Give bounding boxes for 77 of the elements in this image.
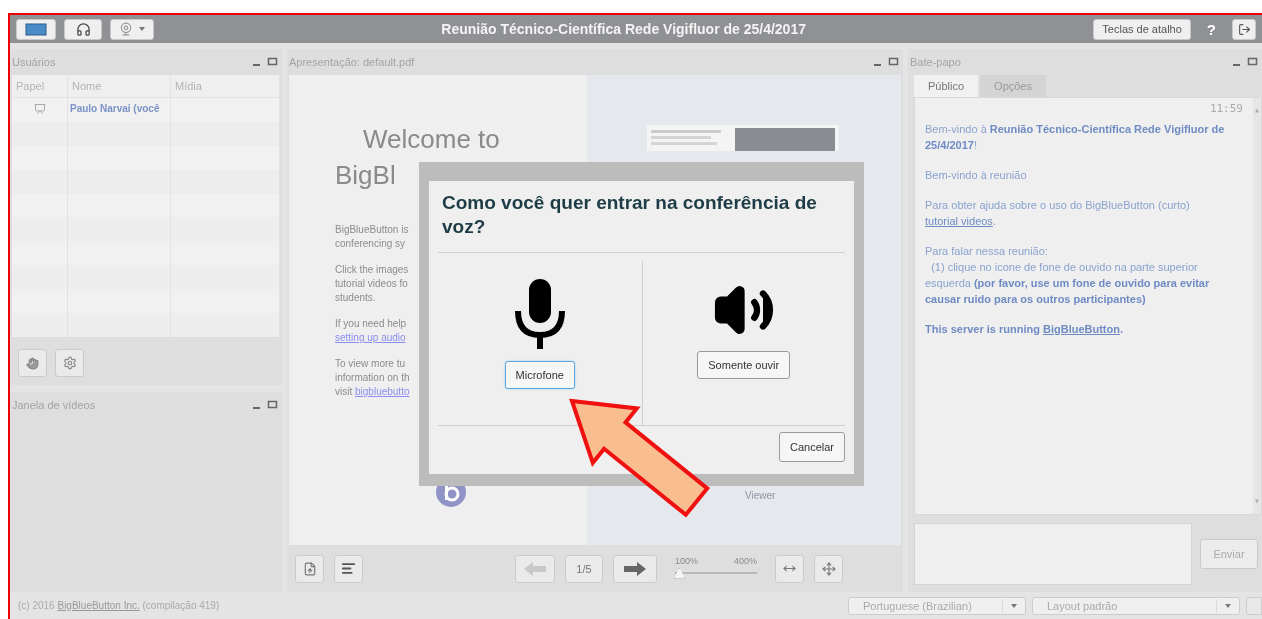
logout-button[interactable]	[1232, 18, 1256, 40]
slide-heading: BigBl	[335, 159, 397, 192]
chat-message: Para obter ajuda sobre o uso do BigBlueButton (curto) tutorial videos.	[925, 198, 1191, 229]
slide-text: students.	[335, 291, 376, 305]
fit-width-button[interactable]	[775, 554, 804, 583]
slide-link[interactable]: bigbluebutto	[355, 386, 410, 397]
panel-title: Bate-papo	[910, 56, 962, 68]
zoom-min-label: 100%	[675, 555, 699, 566]
microphone-icon	[512, 279, 567, 351]
next-button[interactable]	[613, 554, 657, 583]
slide-text: conferencing sy	[335, 237, 406, 251]
zoom-max-label: 400%	[733, 555, 757, 566]
chat-link[interactable]: BigBlueButton	[1043, 323, 1120, 335]
right-arrow-icon	[624, 561, 646, 576]
webcam-icon	[119, 22, 133, 36]
window-controls-icon[interactable]	[873, 57, 899, 67]
settings-icon	[62, 356, 77, 370]
cancel-button[interactable]: Cancelar	[778, 432, 845, 462]
window-controls-icon[interactable]	[252, 57, 278, 67]
column-header: Papel	[12, 75, 68, 97]
audio-option-button[interactable]: Microfone	[504, 361, 575, 389]
headset-icon	[75, 21, 91, 37]
slide-text: tutorial videos fo	[335, 277, 408, 291]
slider-thumb[interactable]	[674, 567, 685, 579]
chat-tab[interactable]: Público	[914, 75, 979, 97]
slide-text: information on th	[335, 371, 410, 385]
left-arrow-icon	[524, 561, 546, 576]
chat-tab[interactable]: Opções	[980, 75, 1046, 97]
panel-title: Apresentação: default.pdf	[289, 56, 416, 68]
scrollbar[interactable]	[1253, 98, 1261, 514]
slide-link[interactable]: setting up audio	[335, 331, 406, 345]
window-controls-icon[interactable]	[252, 400, 278, 410]
help-button[interactable]: ?	[1198, 20, 1224, 38]
send-button[interactable]: Enviar	[1200, 538, 1258, 569]
audio-button[interactable]	[64, 18, 102, 40]
upload-button[interactable]	[295, 554, 324, 583]
logout-icon	[1237, 22, 1251, 36]
panel-title: Janela de vídeos	[12, 399, 97, 411]
slide-text: BigBlueButton is	[335, 223, 409, 237]
panel-title: Usuários	[12, 56, 57, 68]
settings-button[interactable]	[55, 349, 84, 377]
slide-text: visit bigbluebutto	[335, 385, 410, 399]
layout-dropdown[interactable]: Layout padrão	[1032, 596, 1240, 615]
poll-button[interactable]	[334, 554, 363, 583]
slide-text: If you need help	[335, 317, 407, 331]
caret-icon	[139, 27, 145, 31]
slide-heading: Welcome to	[363, 123, 501, 156]
bars-icon	[341, 561, 356, 576]
chat-message: Para falar nessa reunião: (1) clique no icone de fone de ouvido na parte superior esquerda (por favor, use um fone de ouvido para evitar causar ruido para os outros participantes)	[925, 244, 1211, 307]
shortcuts-button[interactable]: Teclas de atalho	[1093, 18, 1191, 40]
desktop-share-button[interactable]	[16, 18, 56, 40]
file-upload-icon	[302, 561, 317, 576]
window-title: Reunião Técnico-Científica Rede Vigifluor de 25/4/2017	[440, 21, 807, 37]
raise-hand-button[interactable]	[18, 349, 47, 377]
chat-message: This server is running BigBlueButton.	[925, 322, 1125, 337]
slide-caption: Viewer	[745, 490, 776, 501]
slide-text: To view more tu	[335, 357, 406, 371]
window-controls-icon[interactable]	[1232, 57, 1258, 67]
column-header: Mídia	[171, 75, 280, 97]
column-header: Nome	[68, 75, 171, 97]
company-link[interactable]: BigBlueButton Inc.	[57, 600, 140, 611]
user-name[interactable]: Paulo Narvai (você	[70, 102, 160, 114]
page-counter[interactable]: 1/5	[565, 554, 603, 583]
chat-link[interactable]: tutorial videos	[925, 215, 993, 227]
audio-option-button[interactable]: Somente ouvir	[697, 351, 791, 379]
hand-icon	[26, 356, 39, 370]
language-dropdown[interactable]: Portuguese (Brazilian)	[848, 596, 1026, 615]
screen-icon	[25, 22, 47, 36]
slide-text: Click the images	[335, 263, 409, 277]
message-input[interactable]	[914, 522, 1192, 585]
dialog-title: Como você quer entrar na conferência de voz?	[438, 181, 845, 253]
fit-page-button[interactable]	[814, 554, 843, 583]
message-time: 11:59	[1209, 102, 1243, 115]
move-icon	[821, 561, 836, 576]
chat-message: Bem-vindo à Reunião Técnico-Científica Rede Vigifluor de 25/4/2017!	[925, 122, 1226, 153]
webcam-button[interactable]	[110, 18, 154, 40]
chat-message: Bem-vindo à reunião	[925, 168, 1028, 183]
